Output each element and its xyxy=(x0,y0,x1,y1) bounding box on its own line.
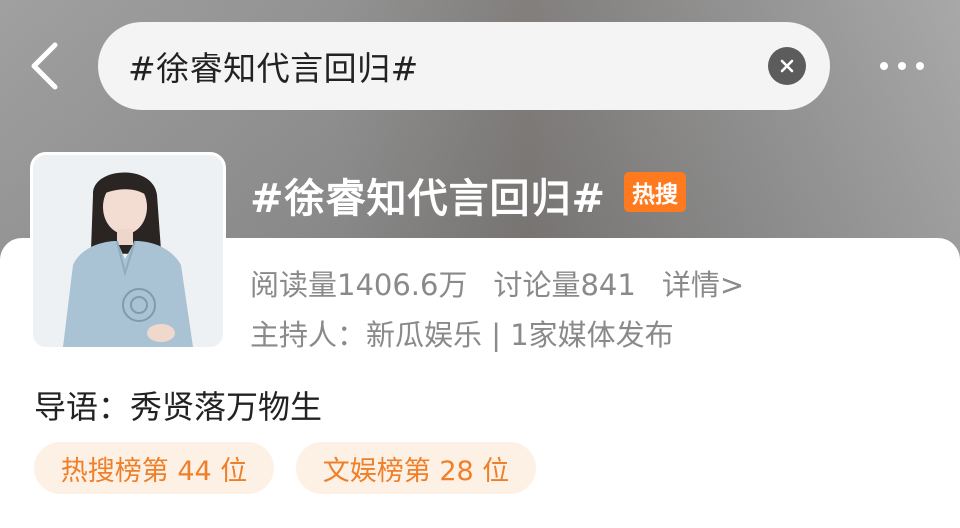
avatar-person-illustration xyxy=(33,155,223,347)
topic-avatar-image xyxy=(30,152,226,350)
more-dot-icon xyxy=(898,62,906,70)
clear-search-button[interactable] xyxy=(768,47,806,85)
discussion-count: 讨论量841 xyxy=(493,268,636,302)
search-input[interactable]: #徐睿知代言回归# xyxy=(128,42,768,90)
topic-title: #徐睿知代言回归# xyxy=(250,176,607,222)
close-icon xyxy=(780,59,794,73)
details-link[interactable]: 详情> xyxy=(662,262,744,304)
chevron-left-icon xyxy=(31,42,58,90)
search-bar[interactable]: #徐睿知代言回归# xyxy=(98,22,830,110)
more-options-button[interactable] xyxy=(862,48,942,84)
back-button[interactable] xyxy=(22,40,66,92)
read-count: 阅读量1406.6万 xyxy=(250,268,468,302)
hot-search-badge: 热搜 xyxy=(624,172,686,212)
topic-guide-text: 导语：秀贤落万物生 xyxy=(34,388,323,426)
topic-stats: 阅读量1406.6万 讨论量841 详情> xyxy=(250,262,744,304)
more-dot-icon xyxy=(916,62,924,70)
more-dot-icon xyxy=(880,62,888,70)
hot-search-rank-tag[interactable]: 热搜榜第 44 位 xyxy=(34,442,274,494)
entertainment-rank-tag[interactable]: 文娱榜第 28 位 xyxy=(296,442,536,494)
topic-host-info: 主持人：新瓜娱乐 | 1家媒体发布 xyxy=(250,318,674,352)
